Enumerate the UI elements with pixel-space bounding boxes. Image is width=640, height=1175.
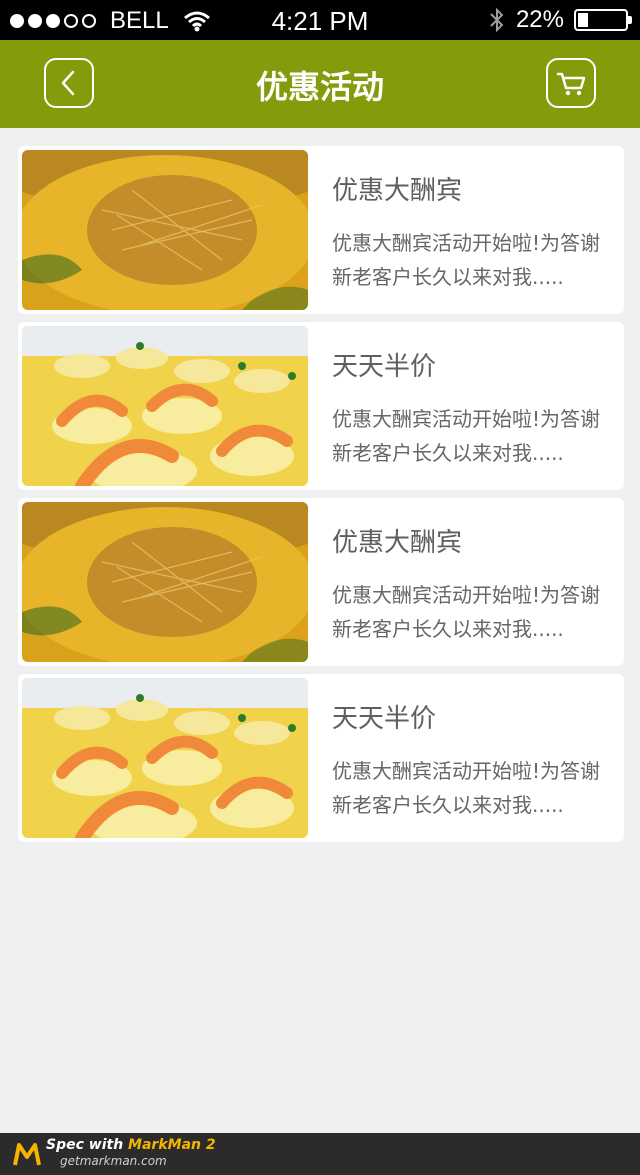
- promotion-desc: 优惠大酬宾活动开始啦!为答谢新老客户长久以来对我.....: [332, 759, 601, 817]
- promotion-title: 天天半价: [332, 352, 437, 382]
- promotion-title: 优惠大酬宾: [332, 176, 463, 206]
- cart-button[interactable]: [546, 58, 596, 108]
- promotion-desc: 优惠大酬宾活动开始啦!为答谢新老客户长久以来对我.....: [332, 407, 601, 465]
- battery-fill: [578, 13, 589, 27]
- promotion-image-shrimp-tofu: [22, 678, 308, 838]
- promotion-image-noodle-soup: [22, 150, 308, 310]
- status-bar: BELL 4:21 PM 22%: [0, 0, 640, 40]
- spec-prefix: Spec with: [46, 1137, 129, 1153]
- page-title: 优惠活动: [255, 68, 384, 106]
- promotion-card[interactable]: 天天半价 优惠大酬宾活动开始啦!为答谢新老客户长久以来对我.....: [18, 322, 624, 490]
- promotion-title: 优惠大酬宾: [332, 528, 463, 558]
- promotion-image-shrimp-tofu: [22, 326, 308, 486]
- spec-url: getmarkman.com: [60, 1154, 167, 1168]
- promotion-title: 天天半价: [332, 704, 437, 734]
- markman-footer: Spec with MarkMan 2 getmarkman.com: [0, 1133, 640, 1175]
- promotion-card[interactable]: 优惠大酬宾 优惠大酬宾活动开始啦!为答谢新老客户长久以来对我.....: [18, 498, 624, 666]
- battery-percent: 22%: [515, 6, 564, 33]
- promotion-card[interactable]: 优惠大酬宾 优惠大酬宾活动开始啦!为答谢新老客户长久以来对我.....: [18, 146, 624, 314]
- promotion-image-noodle-soup: [22, 502, 308, 662]
- promotion-card[interactable]: 天天半价 优惠大酬宾活动开始啦!为答谢新老客户长久以来对我.....: [18, 674, 624, 842]
- spec-brand: MarkMan 2: [128, 1137, 216, 1153]
- promotion-desc: 优惠大酬宾活动开始啦!为答谢新老客户长久以来对我.....: [332, 231, 601, 289]
- promotion-list: 优惠大酬宾 优惠大酬宾活动开始啦!为答谢新老客户长久以来对我..... 天天半价…: [18, 146, 624, 850]
- status-right: 22%: [488, 6, 632, 34]
- markman-logo-icon: [13, 1143, 41, 1166]
- battery-icon: [574, 9, 632, 31]
- spec-title: Spec with MarkMan 2: [46, 1137, 216, 1153]
- nav-bar: 优惠活动: [0, 40, 640, 128]
- cart-icon: [556, 72, 586, 96]
- promotion-desc: 优惠大酬宾活动开始啦!为答谢新老客户长久以来对我.....: [332, 583, 601, 641]
- bluetooth-icon: [490, 7, 504, 33]
